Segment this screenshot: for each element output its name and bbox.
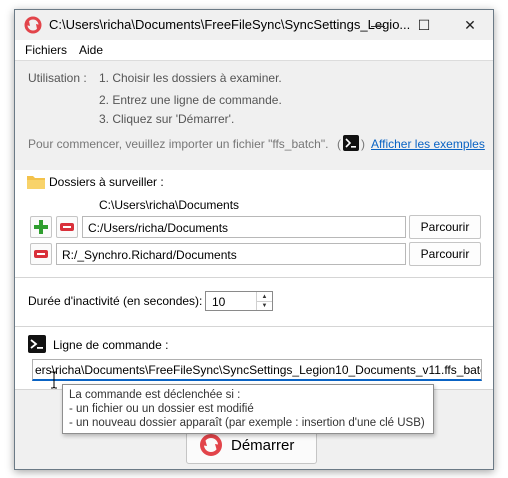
text-cursor-icon (51, 371, 57, 389)
title-bar: C:\Users\richa\Documents\FreeFileSync\Sy… (15, 10, 493, 40)
menu-bar: Fichiers Aide (15, 40, 493, 61)
idle-seconds-spinner[interactable]: 10 ▲ ▼ (205, 291, 273, 311)
close-button[interactable]: ✕ (447, 10, 493, 40)
spinner-buttons: ▲ ▼ (256, 292, 272, 310)
main-folder-label: C:\Users\richa\Documents (99, 198, 240, 212)
command-tooltip: La commande est déclenchée si : - un fic… (62, 384, 434, 434)
usage-step-2: 2. Entrez une ligne de commande. (99, 93, 282, 107)
idle-label: Durée d'inactivité (en secondes): (28, 294, 203, 308)
terminal-icon (343, 135, 359, 151)
plus-icon (34, 220, 48, 234)
browse-button-2[interactable]: Parcourir (409, 242, 481, 266)
minimize-button[interactable]: — (355, 10, 401, 40)
usage-label: Utilisation : (28, 71, 87, 85)
menu-help[interactable]: Aide (79, 43, 103, 57)
command-header: Ligne de commande : (53, 338, 169, 352)
idle-seconds-value[interactable]: 10 (212, 295, 225, 309)
spin-down-icon[interactable]: ▼ (257, 301, 272, 310)
menu-file[interactable]: Fichiers (25, 43, 67, 57)
minus-icon (34, 250, 48, 258)
paren-close: ) (361, 137, 365, 151)
minus-icon (60, 223, 74, 231)
usage-step-1: 1. Choisir les dossiers à examiner. (99, 71, 282, 85)
start-button-label: Démarrer (231, 437, 295, 454)
import-hint: Pour commencer, veuillez importer un fic… (28, 137, 329, 151)
terminal-icon (28, 335, 46, 353)
show-examples-link[interactable]: Afficher les exemples (371, 137, 485, 151)
command-line-input[interactable]: ers\richa\Documents\FreeFileSync\SyncSet… (32, 359, 482, 381)
remove-folder-button-1[interactable] (56, 216, 78, 238)
folders-header: Dossiers à surveiller : (49, 175, 164, 189)
sync-icon (200, 434, 222, 456)
usage-step-3: 3. Cliquez sur 'Démarrer'. (99, 112, 235, 126)
add-folder-button[interactable] (30, 216, 52, 238)
app-sync-icon (24, 16, 42, 34)
paren-open: ( (337, 137, 341, 151)
browse-button-1[interactable]: Parcourir (409, 215, 481, 239)
tooltip-line-2: - un fichier ou un dossier est modifié (69, 403, 254, 415)
folder-path-input-2[interactable]: R:/_Synchro.Richard/Documents (56, 243, 406, 265)
maximize-button[interactable]: ☐ (401, 10, 447, 40)
tooltip-line-1: La commande est déclenchée si : (69, 389, 241, 401)
remove-folder-button-2[interactable] (30, 243, 52, 265)
tooltip-line-3: - un nouveau dossier apparaît (par exemp… (69, 417, 425, 429)
main-window: C:\Users\richa\Documents\FreeFileSync\Sy… (14, 9, 494, 470)
folder-path-input-1[interactable]: C:/Users/richa/Documents (82, 216, 406, 238)
folder-icon (27, 176, 45, 189)
